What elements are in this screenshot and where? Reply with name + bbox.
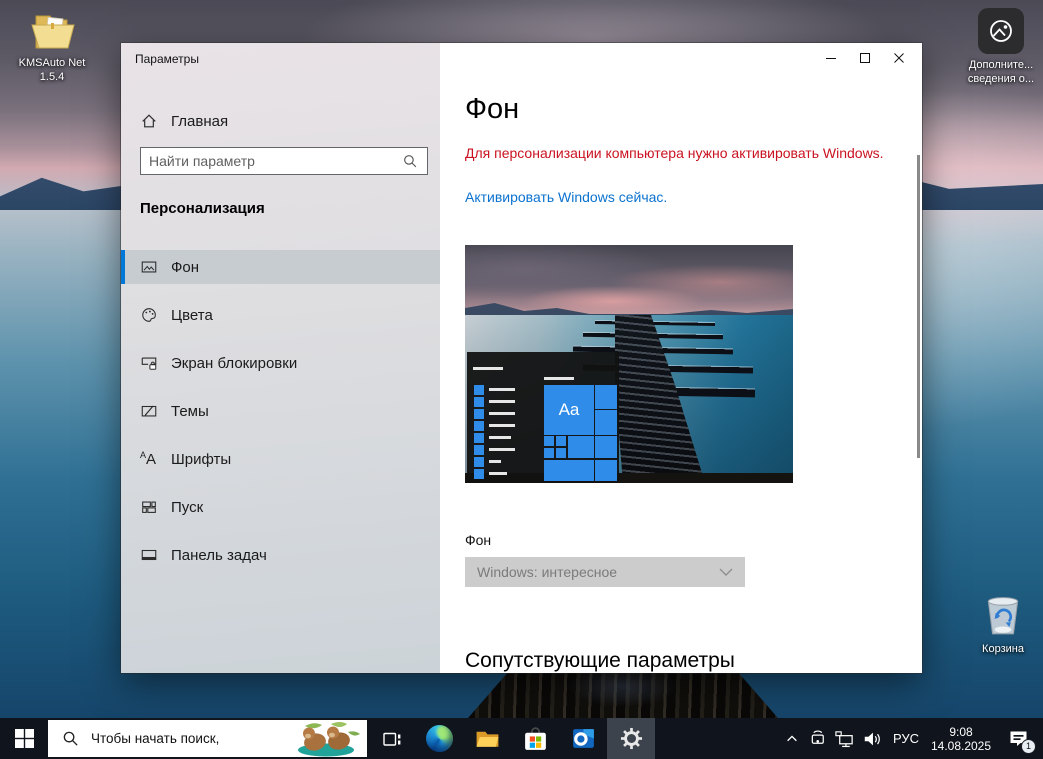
sidebar-item-background[interactable]: Фон xyxy=(121,250,440,284)
desktop-icon-label: KMSAuto Net xyxy=(12,56,92,70)
task-view-button[interactable] xyxy=(367,718,415,759)
search-icon xyxy=(402,153,418,169)
activate-windows-link[interactable]: Активировать Windows сейчас. xyxy=(465,189,667,205)
windows-logo-icon xyxy=(15,729,34,748)
sidebar-item-label: Панель задач xyxy=(171,547,267,564)
fonts-icon: AA xyxy=(140,451,158,467)
desktop-icon-label: 1.5.4 xyxy=(12,70,92,84)
taskbar-search-input[interactable] xyxy=(89,730,285,747)
preview-start-menu: Aa xyxy=(467,352,619,483)
taskbar-search-box[interactable] xyxy=(48,720,367,757)
outlook-icon xyxy=(570,725,597,752)
taskbar-icon xyxy=(140,546,158,564)
microsoft-store-icon xyxy=(522,725,549,752)
scrollbar-thumb[interactable] xyxy=(917,155,920,458)
picture-icon xyxy=(978,8,1024,54)
close-button[interactable] xyxy=(882,43,916,73)
edge-button[interactable] xyxy=(415,718,463,759)
palette-icon xyxy=(140,306,158,324)
settings-sidebar: Параметры Главная Персонализация Фон xyxy=(121,43,440,673)
minimize-button[interactable] xyxy=(814,43,848,73)
notification-badge: 1 xyxy=(1021,739,1036,754)
folder-icon xyxy=(28,10,76,56)
settings-search-box[interactable] xyxy=(140,147,428,175)
start-button[interactable] xyxy=(0,718,48,759)
sidebar-item-lock-screen[interactable]: Экран блокировки xyxy=(121,346,440,380)
background-preview-image: Aa xyxy=(465,245,793,483)
tray-camera-icon xyxy=(809,729,828,748)
chevron-down-icon xyxy=(719,568,733,576)
sidebar-item-label: Пуск xyxy=(171,499,203,516)
search-icon xyxy=(62,730,79,747)
desktop-icon-recycle-bin[interactable]: Корзина xyxy=(961,592,1043,656)
network-button[interactable] xyxy=(831,718,858,759)
action-center-button[interactable]: 1 xyxy=(997,718,1039,759)
preview-aa-tile: Aa xyxy=(544,385,594,435)
sidebar-section-title: Персонализация xyxy=(140,200,265,217)
sidebar-item-label: Цвета xyxy=(171,307,213,324)
sidebar-item-home[interactable]: Главная xyxy=(121,104,440,138)
outlook-button[interactable] xyxy=(559,718,607,759)
sidebar-item-themes[interactable]: Темы xyxy=(121,394,440,428)
home-icon xyxy=(140,112,158,130)
volume-button[interactable] xyxy=(858,718,887,759)
taskbar: РУС 9:08 14.08.2025 1 xyxy=(0,718,1043,759)
window-title: Параметры xyxy=(135,52,199,66)
clock-time: 9:08 xyxy=(949,725,972,739)
clock-date: 14.08.2025 xyxy=(931,739,991,753)
sidebar-item-taskbar[interactable]: Панель задач xyxy=(121,538,440,572)
language-indicator[interactable]: РУС xyxy=(887,718,925,759)
desktop-icon-label: сведения о... xyxy=(964,72,1038,86)
themes-icon xyxy=(140,402,158,420)
file-explorer-icon xyxy=(474,725,501,752)
edge-icon xyxy=(426,725,453,752)
background-image-icon xyxy=(140,258,158,276)
dropdown-value: Windows: интересное xyxy=(477,564,719,580)
settings-main-pane: Фон Для персонализации компьютера нужно … xyxy=(440,43,922,673)
sidebar-item-start[interactable]: Пуск xyxy=(121,490,440,524)
maximize-button[interactable] xyxy=(848,43,882,73)
sidebar-item-label: Фон xyxy=(171,259,199,276)
start-tiles-icon xyxy=(140,498,158,516)
related-settings-heading: Сопутствующие параметры xyxy=(465,649,735,673)
settings-button[interactable] xyxy=(607,718,655,759)
lock-screen-icon xyxy=(140,354,158,372)
sidebar-item-label: Главная xyxy=(171,113,228,130)
activation-warning-text: Для персонализации компьютера нужно акти… xyxy=(465,145,884,161)
file-explorer-button[interactable] xyxy=(463,718,511,759)
desktop-icon-kmsauto[interactable]: KMSAuto Net 1.5.4 xyxy=(12,10,92,84)
background-dropdown-label: Фон xyxy=(465,532,491,548)
window-controls xyxy=(814,43,916,73)
task-view-icon xyxy=(380,728,402,750)
sidebar-item-label: Темы xyxy=(171,403,209,420)
settings-window: Параметры Главная Персонализация Фон xyxy=(121,43,922,673)
page-title: Фон xyxy=(465,93,519,126)
settings-search-input[interactable] xyxy=(141,153,402,169)
desktop-icon-spotlight-info[interactable]: Дополните... сведения о... xyxy=(964,8,1038,86)
sidebar-item-label: Шрифты xyxy=(171,451,231,468)
system-tray: РУС 9:08 14.08.2025 1 xyxy=(779,718,1043,759)
preview-sky xyxy=(465,245,793,317)
settings-gear-icon xyxy=(620,727,643,750)
background-type-dropdown: Windows: интересное xyxy=(465,557,745,587)
microsoft-store-button[interactable] xyxy=(511,718,559,759)
sidebar-item-colors[interactable]: Цвета xyxy=(121,298,440,332)
network-icon xyxy=(834,729,855,749)
sidebar-item-fonts[interactable]: AA Шрифты xyxy=(121,442,440,476)
search-highlight-otters-image[interactable] xyxy=(285,720,367,757)
volume-icon xyxy=(862,729,883,749)
chevron-up-icon xyxy=(785,732,799,746)
sidebar-item-label: Экран блокировки xyxy=(171,355,297,372)
desktop-icon-label: Корзина xyxy=(961,642,1043,656)
desktop-icon-label: Дополните... xyxy=(964,58,1038,72)
tray-expand-button[interactable] xyxy=(779,718,805,759)
tray-device-button[interactable] xyxy=(805,718,831,759)
selected-accent-bar xyxy=(121,250,125,284)
clock[interactable]: 9:08 14.08.2025 xyxy=(925,718,997,759)
recycle-bin-icon xyxy=(982,592,1024,642)
